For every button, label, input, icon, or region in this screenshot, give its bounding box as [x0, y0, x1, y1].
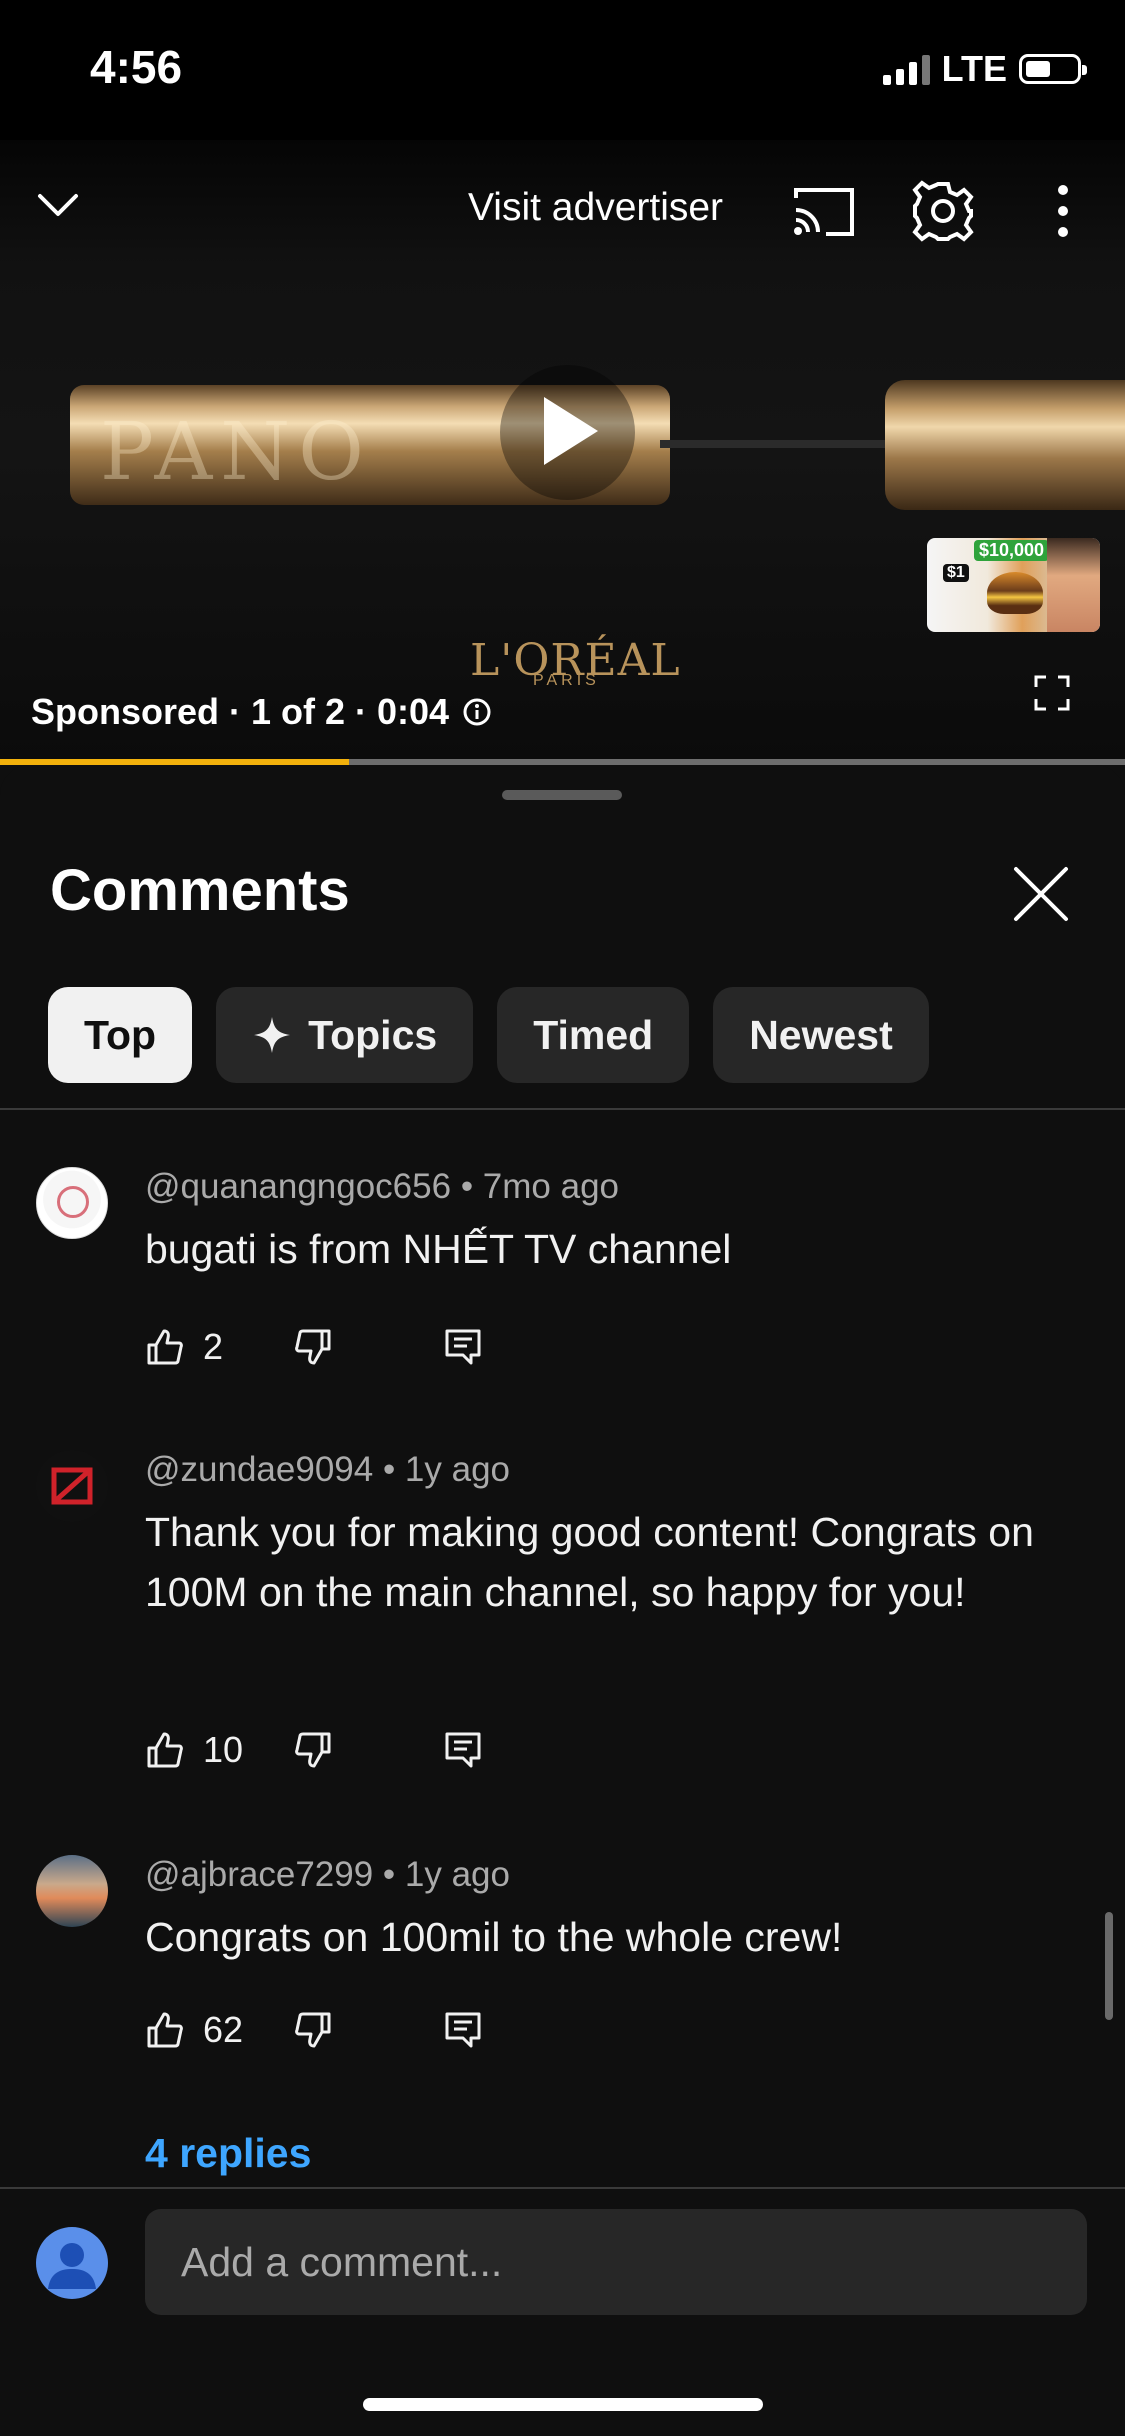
product-text: PANO	[100, 405, 372, 498]
burger-image	[987, 572, 1043, 614]
divider	[0, 1108, 1125, 1110]
comment-text: Congrats on 100mil to the whole crew!	[145, 1914, 843, 1960]
comment-text: Thank you for making good content! Congr…	[145, 1509, 1034, 1615]
comments-panel: Comments Top Topics Timed Newest @quanan…	[0, 765, 1125, 2436]
chip-newest-label: Newest	[749, 1011, 893, 1058]
reply-icon[interactable]	[443, 1327, 483, 1367]
visit-advertiser-button[interactable]: Visit advertiser	[468, 186, 723, 230]
more-vert-icon[interactable]	[1056, 184, 1070, 238]
like-count: 2	[203, 1326, 224, 1367]
thumbs-down-icon[interactable]	[293, 2010, 333, 2050]
comment-meta: @zundae9094 • 1y ago	[145, 1450, 511, 1489]
next-video-thumbnail[interactable]: $10,000 $1	[927, 538, 1100, 632]
close-icon[interactable]	[1012, 865, 1070, 923]
comment-meta: @ajbrace7299 • 1y ago	[145, 1855, 510, 1894]
like-count: 10	[203, 1729, 244, 1770]
avatar[interactable]	[36, 1855, 108, 1927]
chip-topics[interactable]: Topics	[216, 987, 474, 1083]
thumbs-down-icon[interactable]	[293, 1730, 333, 1770]
cellular-signal-icon	[882, 53, 930, 85]
gear-icon[interactable]	[912, 180, 974, 242]
network-type: LTE	[941, 48, 1007, 89]
avatar[interactable]	[36, 1450, 108, 1522]
scrollbar[interactable]	[1105, 1912, 1113, 2020]
comment-text: bugati is from NHẾT TV channel	[145, 1226, 732, 1272]
face-image	[1047, 538, 1100, 632]
chip-top-label: Top	[84, 1011, 157, 1058]
comment-author[interactable]: @quanangngoc656	[145, 1167, 451, 1206]
chip-topics-label: Topics	[308, 1011, 438, 1058]
thumbs-up-icon[interactable]	[145, 2010, 185, 2050]
comment-meta: @quanangngoc656 • 7mo ago	[145, 1167, 620, 1206]
comment-age: 1y ago	[404, 1450, 511, 1489]
play-icon[interactable]	[540, 395, 600, 467]
battery-icon	[1019, 54, 1087, 84]
fullscreen-icon[interactable]	[1034, 675, 1070, 711]
thumbs-down-icon[interactable]	[293, 1327, 333, 1367]
comment-author[interactable]: @ajbrace7299	[145, 1855, 373, 1894]
cast-icon[interactable]	[792, 184, 856, 238]
drag-handle[interactable]	[502, 790, 622, 800]
comments-title: Comments	[50, 858, 350, 923]
thumbnail-amount: $10,000	[974, 540, 1050, 561]
product-image-right	[885, 380, 1125, 510]
sparkle-icon	[254, 1017, 291, 1053]
home-indicator[interactable]	[363, 2398, 763, 2411]
avatar[interactable]	[36, 1167, 108, 1239]
comment-actions: 62	[145, 2005, 483, 2055]
add-comment-input[interactable]: Add a comment...	[145, 2209, 1087, 2315]
status-bar: 4:56 LTE	[0, 0, 1125, 140]
comment-sort-chips: Top Topics Timed Newest	[48, 987, 929, 1083]
comment-actions: 10	[145, 1725, 483, 1775]
comment-author[interactable]: @zundae9094	[145, 1450, 373, 1489]
info-icon[interactable]	[463, 698, 491, 726]
product-wand	[660, 440, 900, 448]
sponsored-label: Sponsored · 1 of 2 · 0:04	[31, 691, 450, 732]
brand-logo-sub: PARIS	[533, 672, 600, 689]
player-top-controls: Visit advertiser	[0, 140, 1125, 270]
video-player[interactable]: PANO Visit advertiser L'ORÉAL PARIS $10,…	[0, 140, 1125, 760]
reply-icon[interactable]	[443, 2010, 483, 2050]
chip-newest[interactable]: Newest	[713, 987, 929, 1083]
status-indicators: LTE	[882, 48, 1087, 90]
chip-timed[interactable]: Timed	[497, 987, 690, 1083]
view-replies-link[interactable]: 4 replies	[145, 2130, 311, 2177]
thumbnail-small-amount: $1	[943, 564, 969, 582]
comment-age: 1y ago	[404, 1855, 510, 1894]
chip-timed-label: Timed	[533, 1011, 654, 1058]
thumbs-up-icon[interactable]	[145, 1327, 185, 1367]
ad-info: Sponsored · 1 of 2 · 0:04	[31, 691, 491, 733]
chip-top[interactable]: Top	[48, 987, 193, 1083]
reply-icon[interactable]	[443, 1730, 483, 1770]
thumbs-up-icon[interactable]	[145, 1730, 185, 1770]
user-avatar	[36, 2227, 108, 2299]
comment-actions: 2	[145, 1322, 483, 1372]
status-time: 4:56	[90, 41, 183, 93]
like-count: 62	[203, 2009, 244, 2050]
chevron-down-icon[interactable]	[36, 182, 80, 226]
comment-age: 7mo ago	[482, 1167, 620, 1206]
